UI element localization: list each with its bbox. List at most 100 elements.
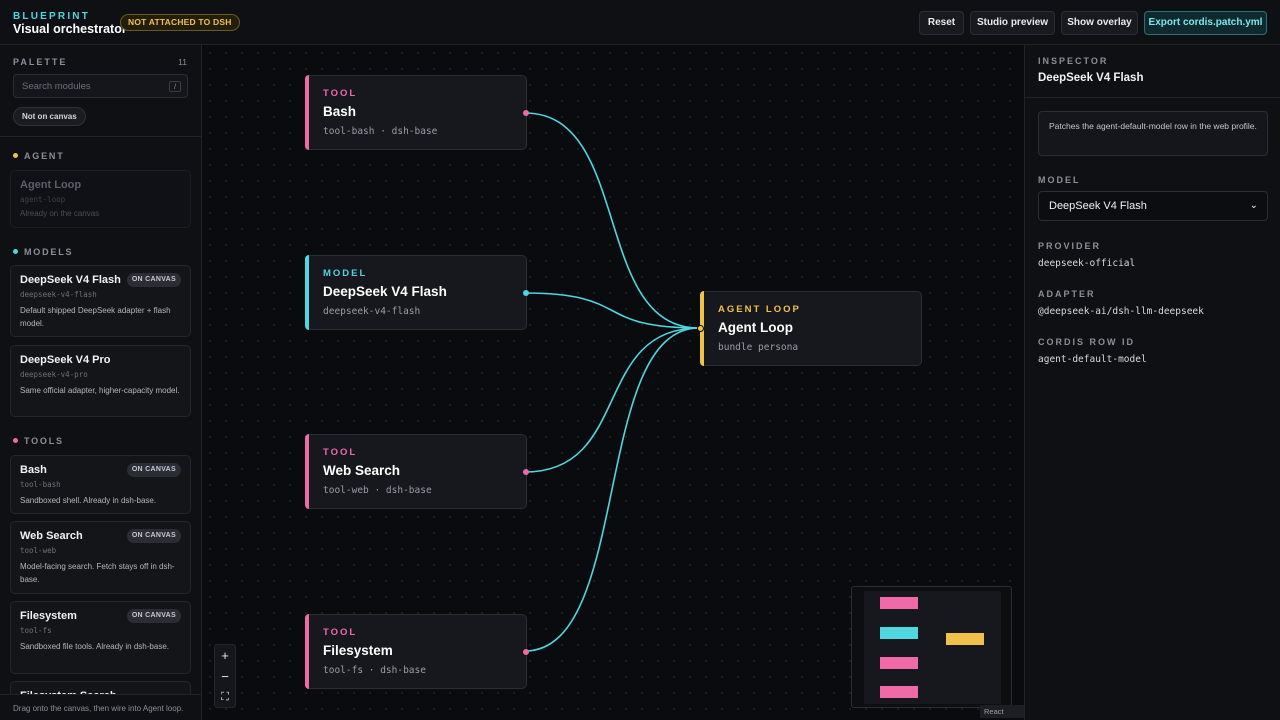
tools-dot-icon <box>13 438 18 443</box>
attachment-status-badge: NOT ATTACHED TO DSH <box>120 14 240 31</box>
export-patch-button[interactable]: Export cordis.patch.yml <box>1144 11 1267 35</box>
studio-preview-button[interactable]: Studio preview <box>970 11 1055 35</box>
card-title: DeepSeek V4 Pro <box>20 354 111 366</box>
show-overlay-button[interactable]: Show overlay <box>1061 11 1138 35</box>
palette-card-agent-loop: Agent Loop agent-loop Already on the can… <box>10 170 191 228</box>
model-select[interactable]: DeepSeek V4 Flash ⌄ <box>1038 191 1268 221</box>
brand-kicker: BLUEPRINT <box>13 11 91 22</box>
card-title: Filesystem <box>20 610 77 622</box>
edge-fs-to-agent <box>524 327 700 652</box>
inspector-title: DeepSeek V4 Flash <box>1038 72 1144 84</box>
card-desc: Sandboxed shell. Already in dsh-base. <box>20 496 157 505</box>
inspector-heading: INSPECTOR <box>1038 56 1109 66</box>
zoom-controls: + − ⛶ <box>214 644 236 708</box>
flow-canvas[interactable]: TOOL Bash tool-bash · dsh-base MODEL Dee… <box>202 45 1024 720</box>
inspector-divider <box>1025 97 1280 98</box>
palette-card-deepseek-v4-flash[interactable]: DeepSeek V4 Flash ON CANVAS deepseek-v4-… <box>10 265 191 337</box>
node-accent-bar <box>305 434 309 509</box>
cordis-row-id-label: CORDIS ROW ID <box>1038 337 1135 347</box>
node-kicker: AGENT LOOP <box>718 304 801 315</box>
node-bash[interactable]: TOOL Bash tool-bash · dsh-base <box>305 75 529 150</box>
section-tools: TOOLS <box>13 436 64 446</box>
models-dot-icon <box>13 249 18 254</box>
on-canvas-badge: ON CANVAS <box>126 529 181 543</box>
inspector-panel: INSPECTOR DeepSeek V4 Flash Patches the … <box>1024 45 1280 720</box>
palette-sidebar: PALETTE 11 / Not on canvas AGENT Agent L… <box>0 45 202 720</box>
react-flow-attribution[interactable]: React Flow <box>980 705 1024 718</box>
card-desc: Model-facing search. Fetch stays off in … <box>20 562 175 584</box>
fit-view-button[interactable]: ⛶ <box>215 687 235 708</box>
node-title: Filesystem <box>323 643 393 658</box>
node-accent-bar <box>305 75 309 150</box>
node-kicker: TOOL <box>323 627 358 638</box>
card-id: tool-web <box>20 546 57 555</box>
minimap[interactable] <box>851 586 1012 708</box>
node-filesystem[interactable]: TOOL Filesystem tool-fs · dsh-base <box>305 614 529 689</box>
minimap-node-agent <box>946 633 984 645</box>
card-desc: Sandboxed file tools. Already in dsh-bas… <box>20 642 169 651</box>
minimap-node-web <box>880 657 918 669</box>
output-handle[interactable] <box>523 469 529 475</box>
node-kicker: MODEL <box>323 268 368 279</box>
node-agent-loop[interactable]: AGENT LOOP Agent Loop bundle persona <box>697 291 922 366</box>
chevron-down-icon: ⌄ <box>1249 200 1258 211</box>
node-kicker: TOOL <box>323 88 358 99</box>
palette-search-input[interactable] <box>13 74 188 98</box>
card-title: Bash <box>20 464 47 476</box>
agent-dot-icon <box>13 153 18 158</box>
palette-card-filesystem[interactable]: Filesystem ON CANVAS tool-fs Sandboxed f… <box>10 601 191 674</box>
zoom-out-button[interactable]: − <box>215 666 235 687</box>
node-title: DeepSeek V4 Flash <box>323 284 447 299</box>
card-desc: Same official adapter, higher-capacity m… <box>20 386 180 395</box>
section-agent: AGENT <box>13 151 65 161</box>
input-handle[interactable] <box>697 325 704 332</box>
section-models: MODELS <box>13 247 73 257</box>
output-handle[interactable] <box>523 110 529 116</box>
card-desc: Default shipped DeepSeek adapter + flash… <box>20 306 171 328</box>
palette-heading: PALETTE <box>13 57 68 67</box>
card-title: DeepSeek V4 Flash <box>20 274 121 286</box>
edge-web-to-agent <box>524 327 700 473</box>
search-shortcut-hint: / <box>169 81 181 92</box>
provider-label: PROVIDER <box>1038 241 1102 251</box>
model-label: MODEL <box>1038 175 1081 185</box>
minimap-node-bash <box>880 597 918 609</box>
adapter-value: @deepseek-ai/dsh-llm-deepseek <box>1038 306 1204 317</box>
palette-divider <box>0 136 201 137</box>
on-canvas-badge: ON CANVAS <box>126 609 181 623</box>
node-subtitle: bundle persona <box>718 342 799 353</box>
node-deepseek-v4-flash[interactable]: MODEL DeepSeek V4 Flash deepseek-v4-flas… <box>305 255 529 330</box>
palette-footer-hint: Drag onto the canvas, then wire into Age… <box>13 704 184 713</box>
minimap-viewport <box>864 591 1001 704</box>
node-accent-bar <box>305 255 309 330</box>
card-title: Agent Loop <box>20 179 82 191</box>
output-handle[interactable] <box>523 649 529 655</box>
node-accent-bar <box>305 614 309 689</box>
card-id: tool-bash <box>20 480 61 489</box>
model-select-value: DeepSeek V4 Flash <box>1049 200 1147 212</box>
zoom-in-button[interactable]: + <box>215 645 235 666</box>
inspector-note: Patches the agent-default-model row in t… <box>1038 111 1268 156</box>
reset-button[interactable]: Reset <box>919 11 964 35</box>
palette-card-deepseek-v4-pro[interactable]: DeepSeek V4 Pro deepseek-v4-pro Same off… <box>10 345 191 417</box>
card-id: tool-fs <box>20 626 52 635</box>
palette-card-bash[interactable]: Bash ON CANVAS tool-bash Sandboxed shell… <box>10 455 191 514</box>
node-subtitle: tool-fs · dsh-base <box>323 665 426 676</box>
adapter-label: ADAPTER <box>1038 289 1096 299</box>
output-handle[interactable] <box>523 290 529 296</box>
node-subtitle: tool-bash · dsh-base <box>323 126 438 137</box>
provider-value: deepseek-official <box>1038 258 1136 269</box>
node-web-search[interactable]: TOOL Web Search tool-web · dsh-base <box>305 434 529 509</box>
node-kicker: TOOL <box>323 447 358 458</box>
minimap-node-fs <box>880 686 918 698</box>
app-title: Visual orchestrator <box>13 22 127 36</box>
card-id: agent-loop <box>20 195 66 204</box>
section-models-label: MODELS <box>24 247 74 257</box>
edge-bash-to-agent <box>524 112 700 329</box>
node-title: Web Search <box>323 463 401 478</box>
not-on-canvas-filter-chip[interactable]: Not on canvas <box>13 107 86 126</box>
palette-card-web-search[interactable]: Web Search ON CANVAS tool-web Model-faci… <box>10 521 191 594</box>
on-canvas-badge: ON CANVAS <box>126 273 181 287</box>
section-tools-label: TOOLS <box>24 436 64 446</box>
card-id: deepseek-v4-pro <box>20 370 88 379</box>
